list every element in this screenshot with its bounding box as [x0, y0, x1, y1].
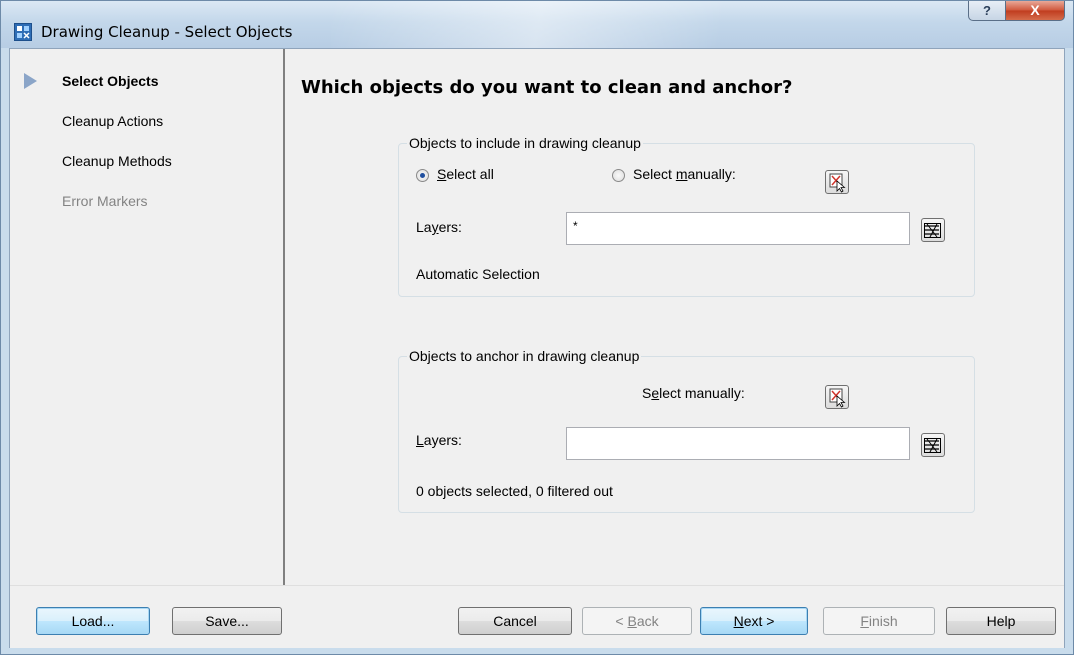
main-panel: Which objects do you want to clean and a… [287, 49, 1064, 585]
dialog-client-area: Select Objects Cleanup Actions Cleanup M… [9, 48, 1065, 648]
anchor-objects-group: Objects to anchor in drawing cleanup Sel… [398, 348, 975, 513]
help-title-button[interactable]: ? [968, 1, 1006, 21]
close-icon: X [1030, 2, 1040, 18]
select-all-label[interactable]: Select all [437, 166, 494, 182]
page-heading: Which objects do you want to clean and a… [301, 77, 793, 98]
pick-objects-icon [829, 173, 846, 193]
pick-objects-icon [829, 388, 846, 408]
include-status-text: Automatic Selection [416, 266, 540, 282]
help-button[interactable]: Help [946, 607, 1056, 635]
anchor-layers-label: Layers: [416, 432, 462, 448]
anchor-layer-select-button[interactable] [921, 433, 945, 457]
wizard-steps-sidebar: Select Objects Cleanup Actions Cleanup M… [10, 49, 285, 585]
title-bar[interactable]: Drawing Cleanup - Select Objects ? X [1, 1, 1073, 48]
include-layer-select-button[interactable] [921, 218, 945, 242]
select-manually-label[interactable]: Select manually: [633, 166, 736, 182]
select-manually-radio[interactable] [612, 169, 625, 182]
anchor-status-text: 0 objects selected, 0 filtered out [416, 483, 613, 499]
select-all-radio[interactable] [416, 169, 429, 182]
include-group-title: Objects to include in drawing cleanup [407, 135, 643, 151]
anchor-pick-objects-button[interactable] [825, 385, 849, 409]
layer-stack-icon [924, 438, 941, 453]
sidebar-item-cleanup-methods[interactable]: Cleanup Methods [62, 153, 172, 169]
anchor-group-title: Objects to anchor in drawing cleanup [407, 348, 642, 364]
current-step-arrow-icon [24, 73, 37, 89]
question-mark-icon: ? [983, 3, 991, 18]
sidebar-item-cleanup-actions[interactable]: Cleanup Actions [62, 113, 163, 129]
anchor-select-manually-label: Select manually: [642, 385, 745, 401]
layer-stack-icon [924, 223, 941, 238]
cancel-button[interactable]: Cancel [458, 607, 572, 635]
back-button: < Back [582, 607, 692, 635]
title-bar-glare [331, 1, 851, 48]
sidebar-item-error-markers: Error Markers [62, 193, 148, 209]
pick-objects-button[interactable] [825, 170, 849, 194]
next-button[interactable]: Next > [700, 607, 808, 635]
include-layers-label: Layers: [416, 219, 462, 235]
include-objects-group: Objects to include in drawing cleanup Se… [398, 135, 975, 297]
drawing-cleanup-app-icon [14, 23, 32, 41]
anchor-layers-field[interactable] [566, 427, 910, 460]
button-bar: Load... Save... Cancel < Back Next > Fin… [10, 585, 1064, 648]
close-button[interactable]: X [1005, 1, 1065, 21]
finish-button: Finish [823, 607, 935, 635]
window-title: Drawing Cleanup - Select Objects [41, 23, 293, 41]
save-button[interactable]: Save... [172, 607, 282, 635]
load-button[interactable]: Load... [36, 607, 150, 635]
sidebar-item-select-objects[interactable]: Select Objects [62, 73, 159, 89]
include-layers-field[interactable]: * [566, 212, 910, 245]
dialog-window: Drawing Cleanup - Select Objects ? X Sel… [0, 0, 1074, 655]
